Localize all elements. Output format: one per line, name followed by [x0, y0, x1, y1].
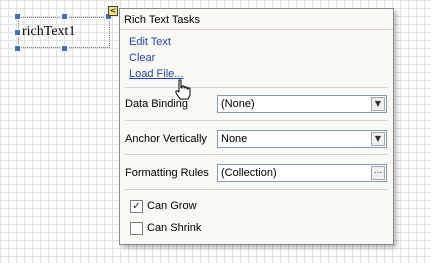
rich-text-tasks-panel: Rich Text Tasks Edit Text Clear Load Fil… — [119, 8, 394, 245]
formatting-rules-combo[interactable]: (Collection) ⋯ — [217, 164, 387, 182]
separator — [125, 189, 388, 190]
smart-tag-button[interactable]: < — [108, 6, 118, 16]
anchor-vertically-value: None — [221, 133, 248, 145]
data-binding-value: (None) — [221, 98, 255, 110]
edit-text-link[interactable]: Edit Text — [129, 36, 171, 48]
panel-title: Rich Text Tasks — [124, 14, 201, 26]
clear-link[interactable]: Clear — [129, 52, 155, 64]
rich-text-label: richText1 — [22, 24, 76, 39]
checkbox-box-empty[interactable] — [130, 222, 143, 235]
can-shrink-label: Can Shrink — [147, 222, 202, 234]
hand-cursor-icon — [175, 79, 191, 100]
separator — [125, 120, 388, 121]
chevron-down-icon[interactable]: ▼ — [371, 97, 385, 111]
resize-handle-top-center[interactable] — [61, 13, 68, 20]
resize-handle-middle-left[interactable] — [14, 29, 21, 36]
ellipsis-icon[interactable]: ⋯ — [371, 166, 385, 180]
separator — [125, 154, 388, 155]
separator — [125, 87, 388, 88]
resize-handle-top-left[interactable] — [14, 13, 21, 20]
anchor-vertically-combo[interactable]: None ▼ — [217, 130, 387, 148]
formatting-rules-label: Formatting Rules — [125, 167, 209, 179]
panel-title-bar: Rich Text Tasks — [120, 9, 393, 30]
anchor-vertically-label: Anchor Vertically — [125, 133, 207, 145]
resize-handle-bottom-center[interactable] — [61, 45, 68, 52]
formatting-rules-value: (Collection) — [221, 167, 277, 179]
can-grow-label: Can Grow — [147, 200, 197, 212]
check-icon[interactable]: ✓ — [130, 200, 143, 213]
resize-handle-bottom-left[interactable] — [14, 45, 21, 52]
chevron-down-icon[interactable]: ▼ — [371, 132, 385, 146]
data-binding-combo[interactable]: (None) ▼ — [217, 95, 387, 113]
